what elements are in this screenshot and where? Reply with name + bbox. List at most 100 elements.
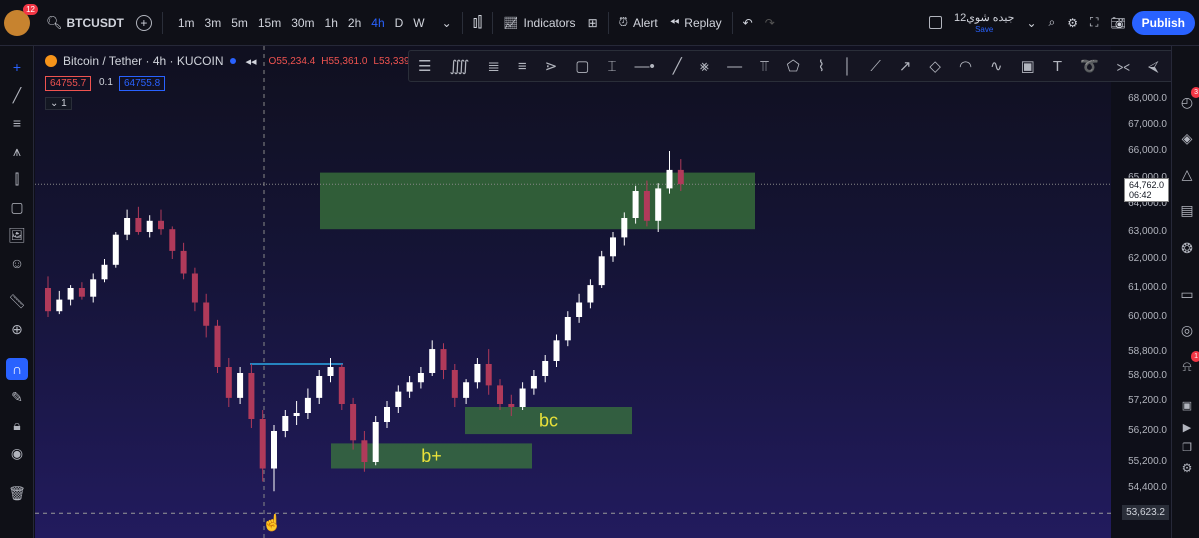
horizontal-ray-icon[interactable]: ― [727,58,742,75]
timeframe-15m[interactable]: 15m [253,16,286,30]
replay-label: Replay [684,15,722,30]
indicator-toggle[interactable]: ⌄ 1 [45,97,72,110]
vertical-line-icon[interactable]: │ [843,58,852,75]
chart-type-button[interactable]: ⫾⫿ [467,0,489,45]
timeframe-4h[interactable]: 4h [366,16,389,30]
avatar[interactable]: 12 [4,3,38,36]
hide-tool[interactable]: ◉ [6,442,28,464]
path-icon[interactable]: ➰ [1080,57,1099,75]
snapshot-button[interactable]: ▣ [1177,396,1197,416]
plus-circle-icon: + [135,14,152,31]
timeframe-30m[interactable]: 30m [286,16,319,30]
text-cursor-icon[interactable]: ⌶ [607,58,616,75]
price-tick: 58,800.0 [1128,346,1167,357]
candle-body [124,218,131,235]
alert-button[interactable]: ⏰︎ Alert [613,0,664,45]
stay-drawing-tool[interactable]: ✎ [6,386,28,408]
magnet-tool[interactable]: ∩ [6,358,28,380]
chat-button[interactable]: ▭ [1177,284,1197,304]
settings-button[interactable]: ⚙ [1061,0,1084,45]
replay-button[interactable]: ⏪︎ Replay [664,0,728,45]
zoom-tool[interactable]: ⊕ [6,318,28,340]
ideas-button[interactable]: ❂ [1177,238,1197,258]
xabcd-icon[interactable]: ⨳ [700,58,709,75]
curve-icon[interactable]: ∿ [990,57,1003,75]
delete-tool[interactable]: 🗑︎ [6,482,28,504]
legend-title[interactable]: Bitcoin / Tether · 4h · KUCOIN [63,54,224,68]
timeframe-W[interactable]: W [408,16,429,30]
templates-button[interactable]: ⊞ [582,0,604,45]
settings-button[interactable]: ⚙ [1177,458,1197,478]
price-chart[interactable]: bc b+ ☝ [35,46,1111,538]
price-axis[interactable]: 68,000.067,000.066,000.065,000.064,000.0… [1111,46,1171,538]
fullscreen-button[interactable]: ⛶ [1084,0,1104,45]
timeframe-3m[interactable]: 3m [200,16,227,30]
shapes-tool[interactable]: ▢ [6,196,28,218]
layout-toggle[interactable] [923,0,948,45]
rectangle-icon[interactable]: ▢ [575,57,589,75]
image-icon[interactable]: ▣ [1021,57,1035,75]
zone-1[interactable] [320,172,755,230]
trend-angle-icon[interactable]: ⟋ [870,58,881,75]
candle-body [78,288,85,297]
window-button[interactable]: ❐ [1177,438,1197,458]
line-dot-icon[interactable]: —• [634,58,654,75]
emoji-tool[interactable]: ☺ [6,252,28,274]
layout-dropdown[interactable]: ⌄ [1020,0,1042,45]
quick-search-button[interactable]: ⌕ [1043,0,1062,45]
text-icon[interactable]: T [1053,58,1062,75]
timeframe-2h[interactable]: 2h [343,16,366,30]
diagonal-line-icon[interactable]: ╱ [673,57,682,75]
hotlist-button[interactable]: △ [1177,164,1197,184]
camera-icon: ▣ [1181,400,1193,412]
layout-name[interactable]: جيده شوي12 Save [948,0,1020,45]
parallel-channel-icon[interactable]: ⨌ [449,57,469,75]
timeframe-dropdown[interactable]: ⌄ [436,0,458,45]
regression-icon[interactable]: ≣ [487,57,500,75]
pitchfork-icon[interactable]: ⋗ [545,57,558,75]
calendar-button[interactable]: ▤ [1177,200,1197,220]
arc-icon[interactable]: ◠ [959,57,972,75]
compare-button[interactable]: + [130,0,158,45]
undo-icon: ↶ [742,15,753,30]
zoom-in-icon: ⊕ [11,321,23,337]
image-tool[interactable]: 🖼︎ [6,224,28,246]
undo-button[interactable]: ↶ [737,0,759,45]
crosshair-tool[interactable]: + [6,56,28,78]
video-button[interactable]: ▶ [1177,418,1197,438]
publish-button[interactable]: Publish [1131,10,1195,35]
layers-button[interactable]: ◈ [1177,128,1197,148]
ohlc-low: L53,339 [373,55,410,67]
bid-price[interactable]: 64755.7 [45,76,92,91]
ask-price[interactable]: 64755.8 [119,76,166,91]
watchlist-button[interactable]: ◴ 3 [1177,87,1199,112]
zone-label[interactable]: b+ [421,446,442,466]
ray-icon[interactable]: ↗ [899,57,912,75]
horizontal-lines-icon[interactable]: ☰ [418,57,431,75]
symbol-search[interactable]: 🔍︎ BTCUSDT [40,0,130,45]
pattern-tool[interactable]: ⩚ [6,140,28,162]
timeframe-5m[interactable]: 5m [226,16,253,30]
notifications-button[interactable]: ⍾ 1 [1177,351,1199,376]
long-position-icon[interactable]: ⫪ [760,58,768,75]
trendline-tool[interactable]: ╱ [6,84,28,106]
diamond-icon[interactable]: ◇ [929,57,941,75]
lock-tool[interactable]: 🔒︎ [6,414,28,436]
zone-label[interactable]: bc [539,411,558,431]
timeframe-1m[interactable]: 1m [173,16,200,30]
streams-button[interactable]: ◎ [1177,320,1197,340]
polygon-icon[interactable]: ⬠ [787,57,800,75]
fib-tool[interactable]: ≡ [6,112,28,134]
collapse-legend-icon[interactable]: ◂◂ [246,55,257,68]
snapshot-button[interactable]: 📷︎ [1104,0,1131,45]
ruler-tool[interactable]: 📏︎ [6,290,28,312]
timeframe-1h[interactable]: 1h [320,16,343,30]
redo-button[interactable]: ↷ [759,0,781,45]
candle-body [474,364,481,383]
chart-pane[interactable]: bc b+ ☝ Bitcoin / Tether · 4h · KUCOIN ◂◂ … [35,46,1111,538]
projection-tool[interactable]: ⫿ [6,168,28,190]
indicators-button[interactable]: 📈︎ Indicators [497,0,581,45]
timeframe-D[interactable]: D [390,16,409,30]
zigzag-icon[interactable]: ⌇ [818,57,825,75]
flat-top-icon[interactable]: ≡ [518,58,527,75]
